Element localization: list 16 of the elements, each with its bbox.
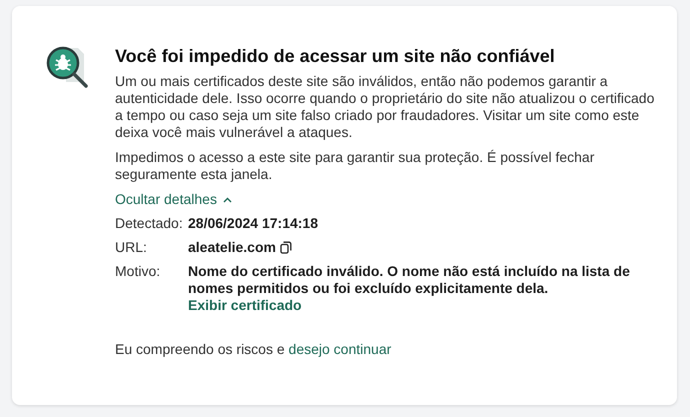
detail-value: Nome do certificado inválido. O nome não está incluído na lista de nomes permitidos ou foi excluído explicitamente dela. (188, 263, 631, 297)
detail-label: Detectado: (115, 215, 184, 232)
continue-link[interactable]: desejo continuar (288, 341, 392, 357)
detail-label: Motivo: (115, 263, 162, 281)
detail-value: aleatelie.com (188, 239, 276, 256)
detail-label: URL: (115, 239, 148, 256)
detail-value: 28/06/2024 17:14:18 (188, 215, 318, 232)
hide-details-toggle[interactable]: Ocultar detalhes (115, 191, 232, 208)
message-paragraph: Impedimos o acesso a este site para garantir sua proteção. É possível fechar seguramente esta janela. (115, 149, 596, 183)
copy-icon[interactable] (280, 241, 292, 254)
warning-title: Você foi impedido de acessar um site não confiável (115, 45, 556, 67)
continue-notice: Eu compreendo os riscos e desejo continuar (115, 341, 392, 358)
view-certificate-link[interactable]: Exibir certificado (188, 297, 302, 314)
caret-icon (222, 196, 232, 202)
message-paragraph: Um ou mais certificados deste site são inválidos, então não podemos garantir a autenticidade dele. Isso ocorre quando o proprietário do site não atualizou o certificado a tempo ou caso seja um site falso criado por fraudadores. Visitar um site como este deixa você mais vulnerável a ataques. (115, 73, 656, 141)
magnifier-bug-icon (46, 46, 91, 88)
